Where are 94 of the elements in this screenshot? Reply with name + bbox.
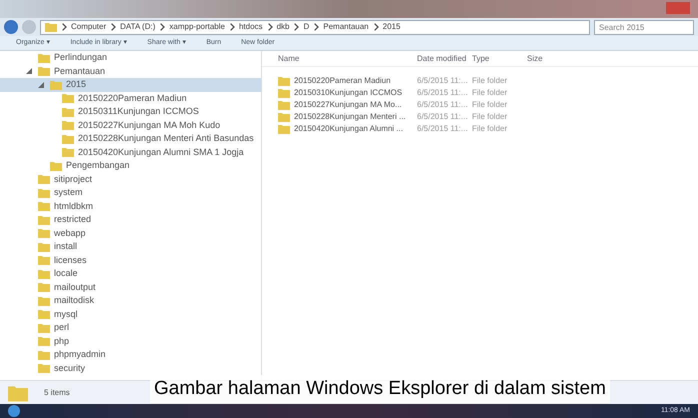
column-header[interactable]: Size — [527, 52, 577, 64]
tree-item[interactable]: install — [0, 240, 82, 254]
folder-icon — [62, 134, 74, 144]
folder-icon — [38, 174, 50, 184]
tree-item[interactable]: perl — [0, 321, 74, 334]
tree-item[interactable]: Perlindungan — [0, 51, 112, 64]
tree-item[interactable]: sitiproject — [0, 172, 96, 186]
date-cell-text: 6/5/2015 11:... — [417, 123, 469, 135]
tree-item[interactable]: mailtodisk — [0, 294, 98, 308]
tree-item[interactable]: locale — [0, 267, 82, 280]
tree-item[interactable]: Pengembangan — [0, 159, 134, 172]
item-count: 5 items — [44, 386, 70, 398]
tree-item[interactable]: 2015 — [0, 78, 261, 92]
type-cell-text: File folder — [472, 75, 508, 87]
type-cell-text: File folder — [472, 111, 508, 123]
breadcrumb-item[interactable]: DATA (D:) — [120, 21, 156, 33]
folder-icon — [38, 201, 50, 212]
chevron-icon — [228, 23, 235, 31]
type-cell-text: File folder — [472, 87, 508, 99]
date-cell-text: 6/5/2015 11:... — [417, 87, 469, 99]
expand-arrow-icon[interactable] — [26, 68, 32, 74]
folder-icon — [38, 350, 50, 360]
date-cell-text: 6/5/2015 11:... — [417, 75, 469, 87]
folder-icon — [278, 100, 290, 110]
tree-item[interactable]: licenses — [0, 254, 91, 267]
folder-icon — [62, 106, 74, 117]
breadcrumb-item[interactable]: 2015 — [382, 21, 400, 33]
tree-item[interactable]: Pemantauan — [0, 64, 110, 78]
folder-icon — [38, 282, 50, 292]
type-cell-text: File folder — [472, 99, 508, 111]
address-bar[interactable]: Computer DATA (D:) xampp-portable htdocs dkb D Pemantauan 2015 — [40, 20, 590, 34]
folder-icon — [62, 147, 74, 158]
tree-item[interactable]: phpmyadmin — [0, 348, 110, 362]
date-cell-text: 6/5/2015 11:... — [417, 111, 469, 123]
tree-item[interactable]: 20150220Pameran Madiun — [0, 92, 191, 105]
breadcrumb-item[interactable]: dkb — [276, 21, 290, 33]
tree-item[interactable]: mailoutput — [0, 280, 100, 294]
chevron-icon — [159, 23, 166, 31]
folder-icon — [38, 268, 50, 279]
folder-icon — [50, 80, 62, 90]
tree-item[interactable]: system — [0, 186, 87, 200]
folder-icon — [38, 255, 50, 266]
tree-item[interactable]: php — [0, 334, 74, 348]
column-header[interactable]: Name — [262, 52, 417, 64]
chevron-icon — [313, 23, 320, 31]
chevron-icon — [266, 23, 273, 31]
tree-item[interactable]: 20150227Kunjungan MA Moh Kudo — [0, 118, 224, 132]
type-cell-text: File folder — [472, 123, 508, 135]
folder-icon — [278, 76, 290, 86]
folder-icon — [62, 120, 74, 130]
folder-icon — [278, 124, 290, 134]
folder-icon — [38, 228, 50, 238]
tree-item[interactable]: 20150420Kunjungan Alumni SMA 1 Jogja — [0, 146, 248, 159]
tree-item[interactable]: webapp — [0, 226, 90, 240]
folder-icon — [38, 242, 50, 252]
file-name[interactable]: 20150310Kunjungan ICCMOS — [294, 87, 402, 99]
breadcrumb-item[interactable]: Pemantauan — [323, 21, 369, 33]
file-name[interactable]: 20150227Kunjungan MA Mo... — [294, 99, 402, 111]
folder-icon — [38, 309, 50, 320]
tree-item[interactable]: security — [0, 362, 90, 375]
folder-icon — [278, 112, 290, 122]
chevron-icon — [110, 23, 116, 31]
date-cell-text: 6/5/2015 11:... — [417, 99, 469, 111]
back-button[interactable] — [4, 20, 18, 34]
chevron-icon — [293, 23, 300, 31]
folder-icon — [38, 296, 50, 306]
column-header[interactable]: Type — [472, 52, 527, 64]
file-name[interactable]: 20150228Kunjungan Menteri ... — [294, 111, 406, 123]
tree-item[interactable]: mysql — [0, 308, 82, 321]
tree-item[interactable]: htmldbkm — [0, 200, 98, 213]
search-field[interactable]: Search 2015 — [594, 20, 694, 34]
breadcrumb-item[interactable]: Computer — [71, 21, 106, 33]
file-name[interactable]: 20150220Pameran Madiun — [294, 75, 391, 87]
breadcrumb-item[interactable]: D — [303, 21, 310, 33]
file-name[interactable]: 20150420Kunjungan Alumni ... — [294, 123, 403, 135]
tree-item[interactable]: restricted — [0, 213, 96, 226]
tree-item[interactable]: 20150311Kunjungan ICCMOS — [0, 105, 203, 118]
chevron-icon — [372, 23, 379, 31]
breadcrumb-item[interactable]: xampp-portable — [169, 21, 225, 33]
folder-icon — [50, 160, 62, 171]
caption: Gambar halaman Windows Eksplorer di dalam sistem — [150, 374, 610, 403]
start-button[interactable] — [8, 405, 20, 417]
breadcrumb-item[interactable]: htdocs — [238, 21, 263, 33]
folder-icon — [38, 363, 50, 374]
folder-icon — [38, 214, 50, 225]
column-header[interactable]: Date modified — [417, 52, 472, 64]
folder-icon — [45, 22, 57, 32]
chevron-icon — [61, 23, 67, 31]
expand-arrow-icon[interactable] — [38, 82, 44, 88]
folder-icon — [278, 88, 290, 98]
folder-icon — [38, 322, 50, 333]
tree-item[interactable]: 20150228Kunjungan Menteri Anti Basundas — [0, 132, 258, 146]
folder-icon — [38, 336, 50, 346]
folder-icon — [38, 188, 50, 198]
